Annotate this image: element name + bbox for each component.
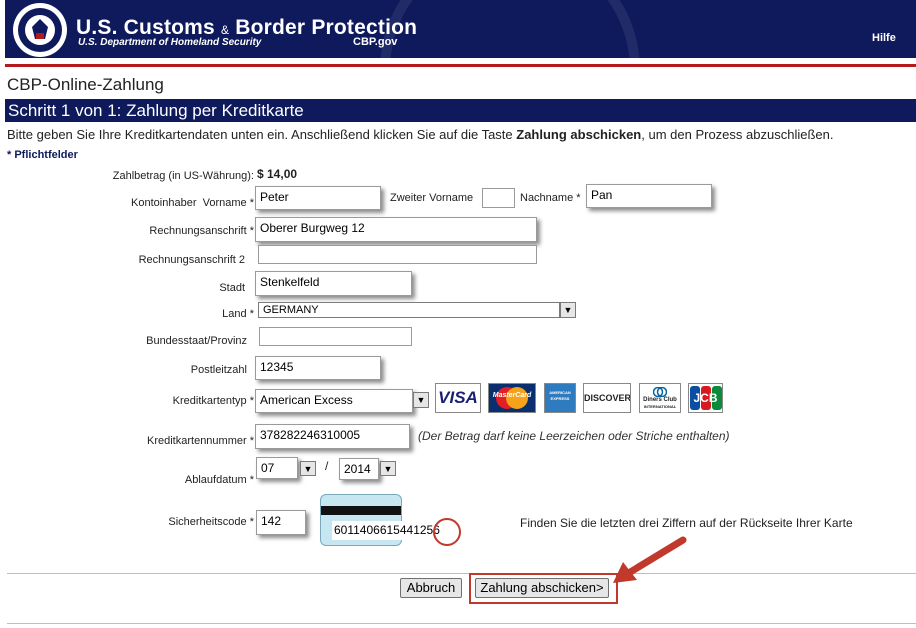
help-link[interactable]: Hilfe [872,32,896,44]
submit-payment-button[interactable]: Zahlung abschicken> [475,578,609,598]
cvv-highlight-circle [433,518,461,546]
address-input[interactable]: Oberer Burgweg 12 [255,217,537,242]
account-holder-label: Kontoinhaber Vorname * [131,197,254,209]
expiry-separator: / [325,459,329,473]
expiry-year-dropdown-icon[interactable]: ▼ [380,461,396,476]
page-title: CBP-Online-Zahlung [7,75,164,94]
country-dropdown-icon[interactable]: ▼ [560,302,576,318]
step-title: Schritt 1 von 1: Zahlung per Kreditkarte [8,101,304,120]
last-name-label: Nachname * [520,192,581,204]
card-type-select[interactable]: American Excess [255,389,413,413]
dhs-seal-icon [13,3,67,57]
annotation-arrow-icon [613,536,687,583]
address-label: Rechnungsanschrift * [149,225,254,237]
instruction-text: Bitte geben Sie Ihre Kreditkartendaten u… [7,127,834,142]
divider [7,573,916,574]
security-code-label: Sicherheitscode * [168,516,254,528]
address2-label: Rechnungsanschrift 2 [138,254,245,266]
middle-name-label: Zweiter Vorname [390,192,474,204]
jcb-logo: JCB [688,383,723,413]
security-code-hint: Finden Sie die letzten drei Ziffern auf … [520,516,853,530]
city-label: Stadt [219,282,245,294]
card-number-label: Kreditkartennummer * [147,435,254,447]
state-input[interactable] [259,327,412,346]
country-select[interactable]: GERMANY [258,302,560,318]
state-label: Bundesstaat/Provinz [146,335,247,347]
cancel-button[interactable]: Abbruch [400,578,462,598]
expiry-month-select[interactable]: 07 [256,457,298,479]
department-name: U.S. Department of Homeland Security [78,37,262,48]
expiry-label: Ablaufdatum * [184,474,254,486]
expiry-year-select[interactable]: 2014 [339,458,379,480]
zip-label: Postleitzahl [190,364,247,376]
country-label: Land * [222,308,254,320]
discover-logo: DISCOVER [583,383,631,413]
last-name-input[interactable]: Pan [586,184,712,208]
header-red-rule [5,64,916,67]
visa-logo: VISA [435,383,481,413]
first-name-input[interactable]: Peter [255,186,381,210]
amount-value: $ 14,00 [257,167,298,181]
card-number-input[interactable]: 378282246310005 [255,424,410,449]
amount-label: Zahlbetrag (in US-Währung): [112,170,254,182]
expiry-month-dropdown-icon[interactable]: ▼ [300,461,316,476]
mastercard-logo: MasterCard [488,383,536,413]
diners-logo: Diners Club INTERNATIONAL [639,383,681,413]
cbp-gov-label: CBP.gov [353,36,398,48]
address2-input[interactable] [258,245,537,264]
middle-name-input[interactable] [482,188,515,208]
city-input[interactable]: Stenkelfeld [255,271,412,296]
card-type-label: Kreditkartentyp * [172,395,254,407]
zip-input[interactable]: 12345 [255,356,381,380]
card-number-hint: (Der Betrag darf keine Leerzeichen oder … [418,429,730,443]
required-fields-note: * Pflichtfelder [7,149,78,161]
security-code-input[interactable]: 142 [256,510,306,535]
footer-divider [7,623,916,624]
amex-logo: AMERICAN EXPRESS [544,383,576,413]
magnetic-stripe [321,506,401,515]
card-type-dropdown-icon[interactable]: ▼ [413,392,429,408]
